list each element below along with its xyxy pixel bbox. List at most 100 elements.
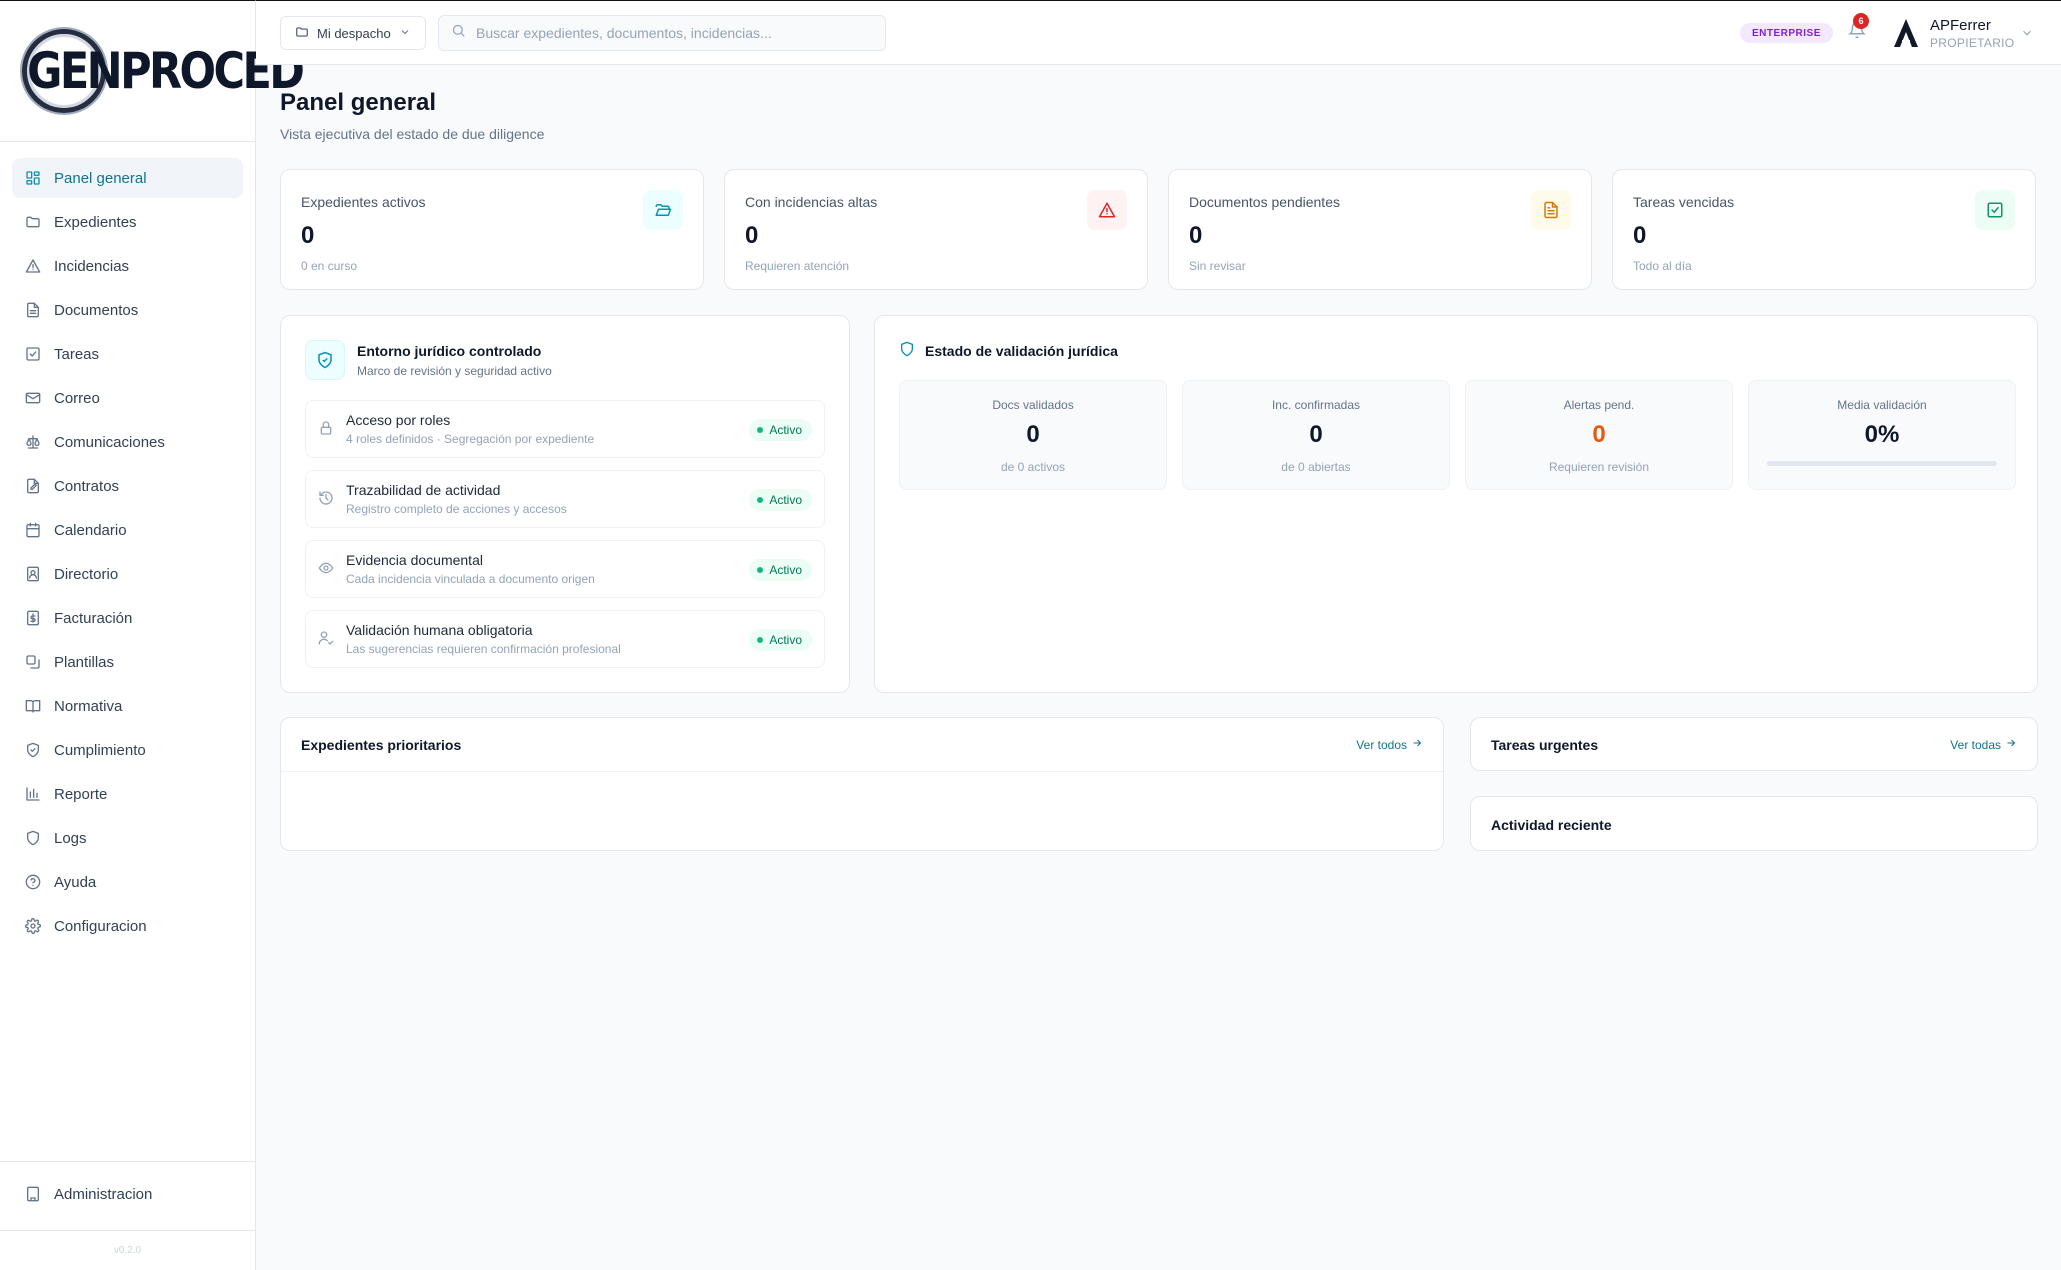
- check-square-icon: [1975, 190, 2015, 230]
- progress-bar: [1767, 461, 1997, 466]
- control-row-acceso-por-roles: Acceso por roles 4 roles definidos · Segr…: [305, 400, 825, 458]
- stat-value: 0: [745, 222, 759, 249]
- panel-title-text: Estado de validación jurídica: [925, 342, 1118, 359]
- status-text: Activo: [769, 423, 802, 437]
- stat-value: 0: [301, 222, 315, 249]
- control-row-evidencia-documental: Evidencia documental Cada incidencia vinc…: [305, 540, 825, 598]
- sidebar-item-normativa[interactable]: Normativa: [12, 686, 243, 726]
- sidebar-item-logs[interactable]: Logs: [12, 818, 243, 858]
- status-dot: [757, 427, 764, 433]
- panel-title: Tareas urgentes: [1491, 737, 1599, 753]
- sidebar-item-label: Correo: [54, 389, 100, 407]
- status-dot: [757, 497, 764, 503]
- user-name[interactable]: APFerrer: [1930, 17, 1991, 34]
- sidebar-item-label: Tareas: [54, 345, 100, 363]
- user-check-icon: [318, 630, 336, 648]
- link-label: Ver todas: [1950, 737, 2001, 752]
- stat-label: Documentos pendientes: [1189, 194, 1340, 210]
- sidebar-item-contratos[interactable]: Contratos: [12, 466, 243, 506]
- eye-icon: [318, 560, 336, 578]
- sidebar-item-calendario[interactable]: Calendario: [12, 510, 243, 550]
- top-header: Mi despacho ENTERPRISE 6 APFerrer PROPIE…: [256, 0, 2061, 65]
- sidebar-item-label: Facturación: [54, 609, 133, 627]
- status-badge: Activo: [749, 629, 812, 651]
- contact-book-icon: [24, 565, 42, 583]
- metric-value: 0: [1592, 421, 1606, 448]
- sidebar-item-comunicaciones[interactable]: Comunicaciones: [12, 422, 243, 462]
- stat-label: Expedientes activos: [301, 194, 426, 210]
- document-icon: [24, 301, 42, 319]
- stat-label: Con incidencias altas: [745, 194, 878, 210]
- control-row-trazabilidad-de-actividad: Trazabilidad de actividad Registro comple…: [305, 470, 825, 528]
- user-role: PROPIETARIO: [1930, 36, 2015, 50]
- scale-icon: [24, 433, 42, 451]
- panel-subtitle: Marco de revisión y seguridad activo: [357, 364, 552, 378]
- metric-inc-confirmadas: Inc. confirmadas 0 de 0 abiertas: [1182, 380, 1450, 490]
- sidebar-admin-section: Administracion: [0, 1161, 255, 1230]
- arrow-right-icon: [2005, 737, 2017, 752]
- metric-label: Alertas pend.: [1563, 398, 1635, 412]
- avatar[interactable]: [1888, 15, 1924, 51]
- stat-card-expedientes-activos[interactable]: Expedientes activos 0 0 en curso: [280, 169, 704, 290]
- calendar-icon: [24, 521, 42, 539]
- stat-card-documentos-pendientes[interactable]: Documentos pendientes 0 Sin revisar: [1168, 169, 1592, 290]
- control-title: Trazabilidad de actividad: [346, 482, 501, 498]
- templates-icon: [24, 653, 42, 671]
- metric-hint: de 0 activos: [1000, 460, 1066, 474]
- sidebar-item-tareas[interactable]: Tareas: [12, 334, 243, 374]
- grid-icon: [24, 169, 42, 187]
- sidebar-item-panel-general[interactable]: Panel general: [12, 158, 243, 198]
- sidebar-item-expedientes[interactable]: Expedientes: [12, 202, 243, 242]
- stat-card-con-incidencias-altas[interactable]: Con incidencias altas 0 Requieren atención: [724, 169, 1148, 290]
- sidebar-item-correo[interactable]: Correo: [12, 378, 243, 418]
- sidebar-item-configuracion[interactable]: Configuracion: [12, 906, 243, 946]
- help-icon: [24, 873, 42, 891]
- panel-title: Actividad reciente: [1491, 817, 1612, 833]
- panel-title: Entorno jurídico controlado: [357, 343, 542, 359]
- page-subtitle: Vista ejecutiva del estado de due dilige…: [280, 126, 545, 142]
- sidebar-item-directorio[interactable]: Directorio: [12, 554, 243, 594]
- lock-icon: [318, 420, 336, 438]
- control-description: 4 roles definidos · Segregación por expe…: [346, 432, 595, 446]
- sidebar-item-facturacion[interactable]: Facturación: [12, 598, 243, 638]
- workspace-selector[interactable]: Mi despacho: [280, 16, 426, 50]
- sidebar-item-incidencias[interactable]: Incidencias: [12, 246, 243, 286]
- status-text: Activo: [769, 493, 802, 507]
- sidebar-item-cumplimiento[interactable]: Cumplimiento: [12, 730, 243, 770]
- stat-card-tareas-vencidas[interactable]: Tareas vencidas 0 Todo al día: [1612, 169, 2036, 290]
- sidebar-item-ayuda[interactable]: Ayuda: [12, 862, 243, 902]
- status-badge: Activo: [749, 489, 812, 511]
- shield-icon: [24, 829, 42, 847]
- metric-alertas-pend: Alertas pend. 0 Requieren revisión: [1465, 380, 1733, 490]
- app-version: v0.2.0: [0, 1230, 255, 1270]
- sidebar-item-label: Directorio: [54, 565, 119, 583]
- control-row-validacion-humana-obligatoria: Validación humana obligatoria Las sugeren…: [305, 610, 825, 668]
- sidebar-item-label: Logs: [54, 829, 87, 847]
- sidebar-item-label: Calendario: [54, 521, 127, 539]
- metric-media-validacion: Media validación 0%: [1748, 380, 2016, 490]
- sidebar-item-documentos[interactable]: Documentos: [12, 290, 243, 330]
- search-input[interactable]: [476, 25, 866, 41]
- arrow-right-icon: [1411, 737, 1423, 752]
- sidebar-item-label: Configuracion: [54, 917, 147, 935]
- control-title: Evidencia documental: [346, 552, 483, 568]
- metric-value: 0: [1309, 421, 1323, 448]
- view-all-tasks-link[interactable]: Ver todas: [1950, 737, 2017, 752]
- chevron-down-icon[interactable]: [2020, 26, 2034, 45]
- page-title: Panel general: [280, 89, 437, 116]
- status-dot: [757, 637, 764, 643]
- sidebar-item-label: Contratos: [54, 477, 120, 495]
- urgent-tasks-panel: Tareas urgentes Ver todas: [1470, 717, 2038, 771]
- sidebar-item-reporte[interactable]: Reporte: [12, 774, 243, 814]
- metric-label: Inc. confirmadas: [1271, 398, 1361, 412]
- control-description: Las sugerencias requieren confirmación p…: [346, 642, 621, 656]
- sidebar-item-label: Ayuda: [54, 873, 97, 891]
- stat-value: 0: [1633, 222, 1647, 249]
- sidebar-item-plantillas[interactable]: Plantillas: [12, 642, 243, 682]
- view-all-cases-link[interactable]: Ver todos: [1356, 737, 1423, 752]
- sidebar-item-administracion[interactable]: Administracion: [12, 1174, 243, 1214]
- control-description: Cada incidencia vinculada a documento or…: [346, 572, 595, 586]
- legal-validation-panel: Estado de validación jurídica Docs valid…: [874, 315, 2038, 693]
- sidebar-item-label: Reporte: [54, 785, 108, 803]
- mail-icon: [24, 389, 42, 407]
